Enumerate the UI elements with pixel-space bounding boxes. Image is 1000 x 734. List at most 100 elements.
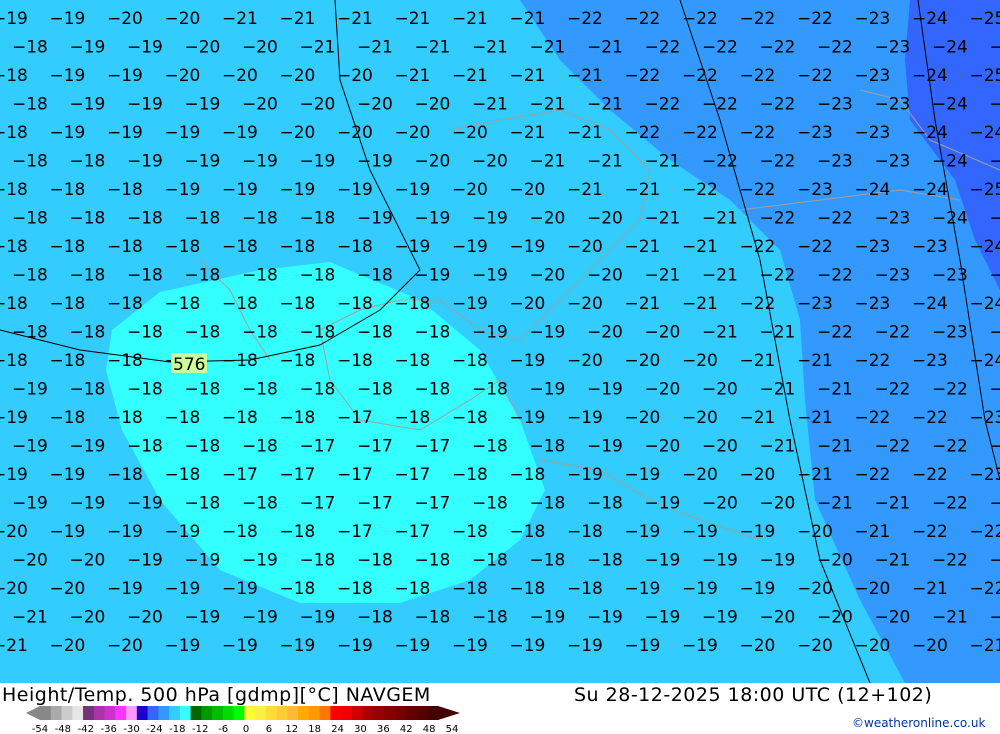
temperature-label: −18 bbox=[280, 351, 316, 371]
colorbar-swatch bbox=[352, 706, 363, 720]
temperature-label: −18 bbox=[50, 294, 86, 314]
temperature-label: −24 bbox=[970, 237, 1000, 257]
temperature-label: −18 bbox=[415, 323, 451, 343]
temperature-label: −21 bbox=[912, 579, 948, 599]
temperature-label: −20 bbox=[855, 636, 891, 656]
temperature-label: −22 bbox=[625, 66, 661, 86]
temperature-label: −21 bbox=[567, 123, 603, 143]
temperature-label: −18 bbox=[300, 209, 336, 229]
temperature-label: −18 bbox=[70, 323, 106, 343]
temperature-label: −18 bbox=[127, 380, 163, 400]
temperature-label: −18 bbox=[127, 437, 163, 457]
temperature-label: −18 bbox=[185, 437, 221, 457]
temperature-label: −22 bbox=[760, 152, 796, 172]
temperature-label: −23 bbox=[875, 95, 911, 115]
temperature-label: −20 bbox=[280, 123, 316, 143]
temperature-label: −19 bbox=[127, 152, 163, 172]
temperature-label: −20 bbox=[222, 66, 258, 86]
temperature-label: −19 bbox=[50, 9, 86, 29]
temperature-label: −23 bbox=[855, 9, 891, 29]
temperature-label: −19 bbox=[222, 180, 258, 200]
temperature-label: −21 bbox=[702, 209, 738, 229]
temperature-label: −21 bbox=[970, 636, 1000, 656]
colorbar-swatch bbox=[234, 706, 245, 720]
temperature-label: −22 bbox=[855, 408, 891, 428]
temperature-label: −19 bbox=[645, 494, 681, 514]
temperature-label: −18 bbox=[107, 465, 143, 485]
temperature-label: −21 bbox=[682, 294, 718, 314]
temperature-label: −20 bbox=[625, 408, 661, 428]
temperature-label: −23 bbox=[912, 237, 948, 257]
temperature-label: −21 bbox=[817, 380, 853, 400]
temperature-label: −17 bbox=[357, 437, 393, 457]
temperature-label: −18 bbox=[395, 408, 431, 428]
temperature-label: −22 bbox=[740, 180, 776, 200]
temperature-label: −20 bbox=[817, 608, 853, 628]
colorbar-swatch bbox=[287, 706, 298, 720]
temperature-label: −19 bbox=[12, 494, 48, 514]
temperature-label: −22 bbox=[740, 66, 776, 86]
temperature-label: −19 bbox=[107, 522, 143, 542]
temperature-label: −19 bbox=[452, 636, 488, 656]
temperature-label: −24 bbox=[990, 209, 1000, 229]
temperature-label: −20 bbox=[242, 38, 278, 58]
temperature-label: −19 bbox=[587, 437, 623, 457]
temperature-label: −17 bbox=[337, 408, 373, 428]
colorbar-swatch bbox=[115, 706, 126, 720]
temperature-label: −20 bbox=[357, 95, 393, 115]
temperature-label: −19 bbox=[185, 551, 221, 571]
temperature-label: −19 bbox=[242, 152, 278, 172]
temperature-label: −18 bbox=[0, 180, 28, 200]
temperature-label: −20 bbox=[682, 408, 718, 428]
height-value-576: 576 bbox=[173, 355, 205, 375]
temperature-label: −21 bbox=[760, 380, 796, 400]
temperature-label: −21 bbox=[625, 180, 661, 200]
weather-map: −19−19−20−20−21−21−21−21−21−21−22−22−22−… bbox=[0, 0, 1000, 683]
temperature-label: −21 bbox=[12, 608, 48, 628]
temperature-label: −18 bbox=[415, 380, 451, 400]
temperature-label: −20 bbox=[337, 66, 373, 86]
temperature-label: −18 bbox=[50, 237, 86, 257]
temperature-label: −20 bbox=[50, 579, 86, 599]
temperature-label: −21 bbox=[510, 9, 546, 29]
temperature-label: −18 bbox=[222, 522, 258, 542]
temperature-label: −19 bbox=[242, 608, 278, 628]
colorbar-swatch bbox=[266, 706, 277, 720]
temperature-label: −20 bbox=[530, 266, 566, 286]
temperature-label: −21 bbox=[530, 95, 566, 115]
temperature-label: −17 bbox=[415, 494, 451, 514]
temperature-label: −18 bbox=[300, 323, 336, 343]
temperature-label: −23 bbox=[875, 152, 911, 172]
temperature-label: −21 bbox=[797, 465, 833, 485]
temperature-label: −18 bbox=[357, 608, 393, 628]
temperature-label: −19 bbox=[127, 551, 163, 571]
temperature-label: −17 bbox=[337, 465, 373, 485]
temperature-label: −19 bbox=[50, 522, 86, 542]
temperature-label: −19 bbox=[510, 351, 546, 371]
temperature-label: −19 bbox=[337, 636, 373, 656]
credit-link[interactable]: ©weatheronline.co.uk bbox=[852, 716, 985, 730]
temperature-label: −18 bbox=[12, 323, 48, 343]
temperature-label: −18 bbox=[165, 237, 201, 257]
temperature-label: −18 bbox=[452, 522, 488, 542]
temperature-label: −19 bbox=[760, 551, 796, 571]
temperature-label: −17 bbox=[337, 522, 373, 542]
temperature-label: −20 bbox=[452, 123, 488, 143]
temperature-label: −19 bbox=[740, 522, 776, 542]
temperature-label: −20 bbox=[645, 437, 681, 457]
temperature-label: −19 bbox=[50, 66, 86, 86]
temperature-label: −18 bbox=[280, 294, 316, 314]
temperature-label: −24 bbox=[912, 66, 948, 86]
temperature-label: −22 bbox=[682, 66, 718, 86]
colorbar-swatch bbox=[255, 706, 266, 720]
temperature-label: −18 bbox=[12, 152, 48, 172]
temperature-label: −18 bbox=[50, 408, 86, 428]
temperature-label: −19 bbox=[70, 38, 106, 58]
temperature-label: −18 bbox=[472, 608, 508, 628]
temperature-label: −24 bbox=[912, 180, 948, 200]
temperature-label: −19 bbox=[222, 123, 258, 143]
colorbar-swatch bbox=[320, 706, 331, 720]
temperature-label: −20 bbox=[12, 551, 48, 571]
temperature-label: −23 bbox=[855, 237, 891, 257]
colorbar-swatch bbox=[62, 706, 73, 720]
